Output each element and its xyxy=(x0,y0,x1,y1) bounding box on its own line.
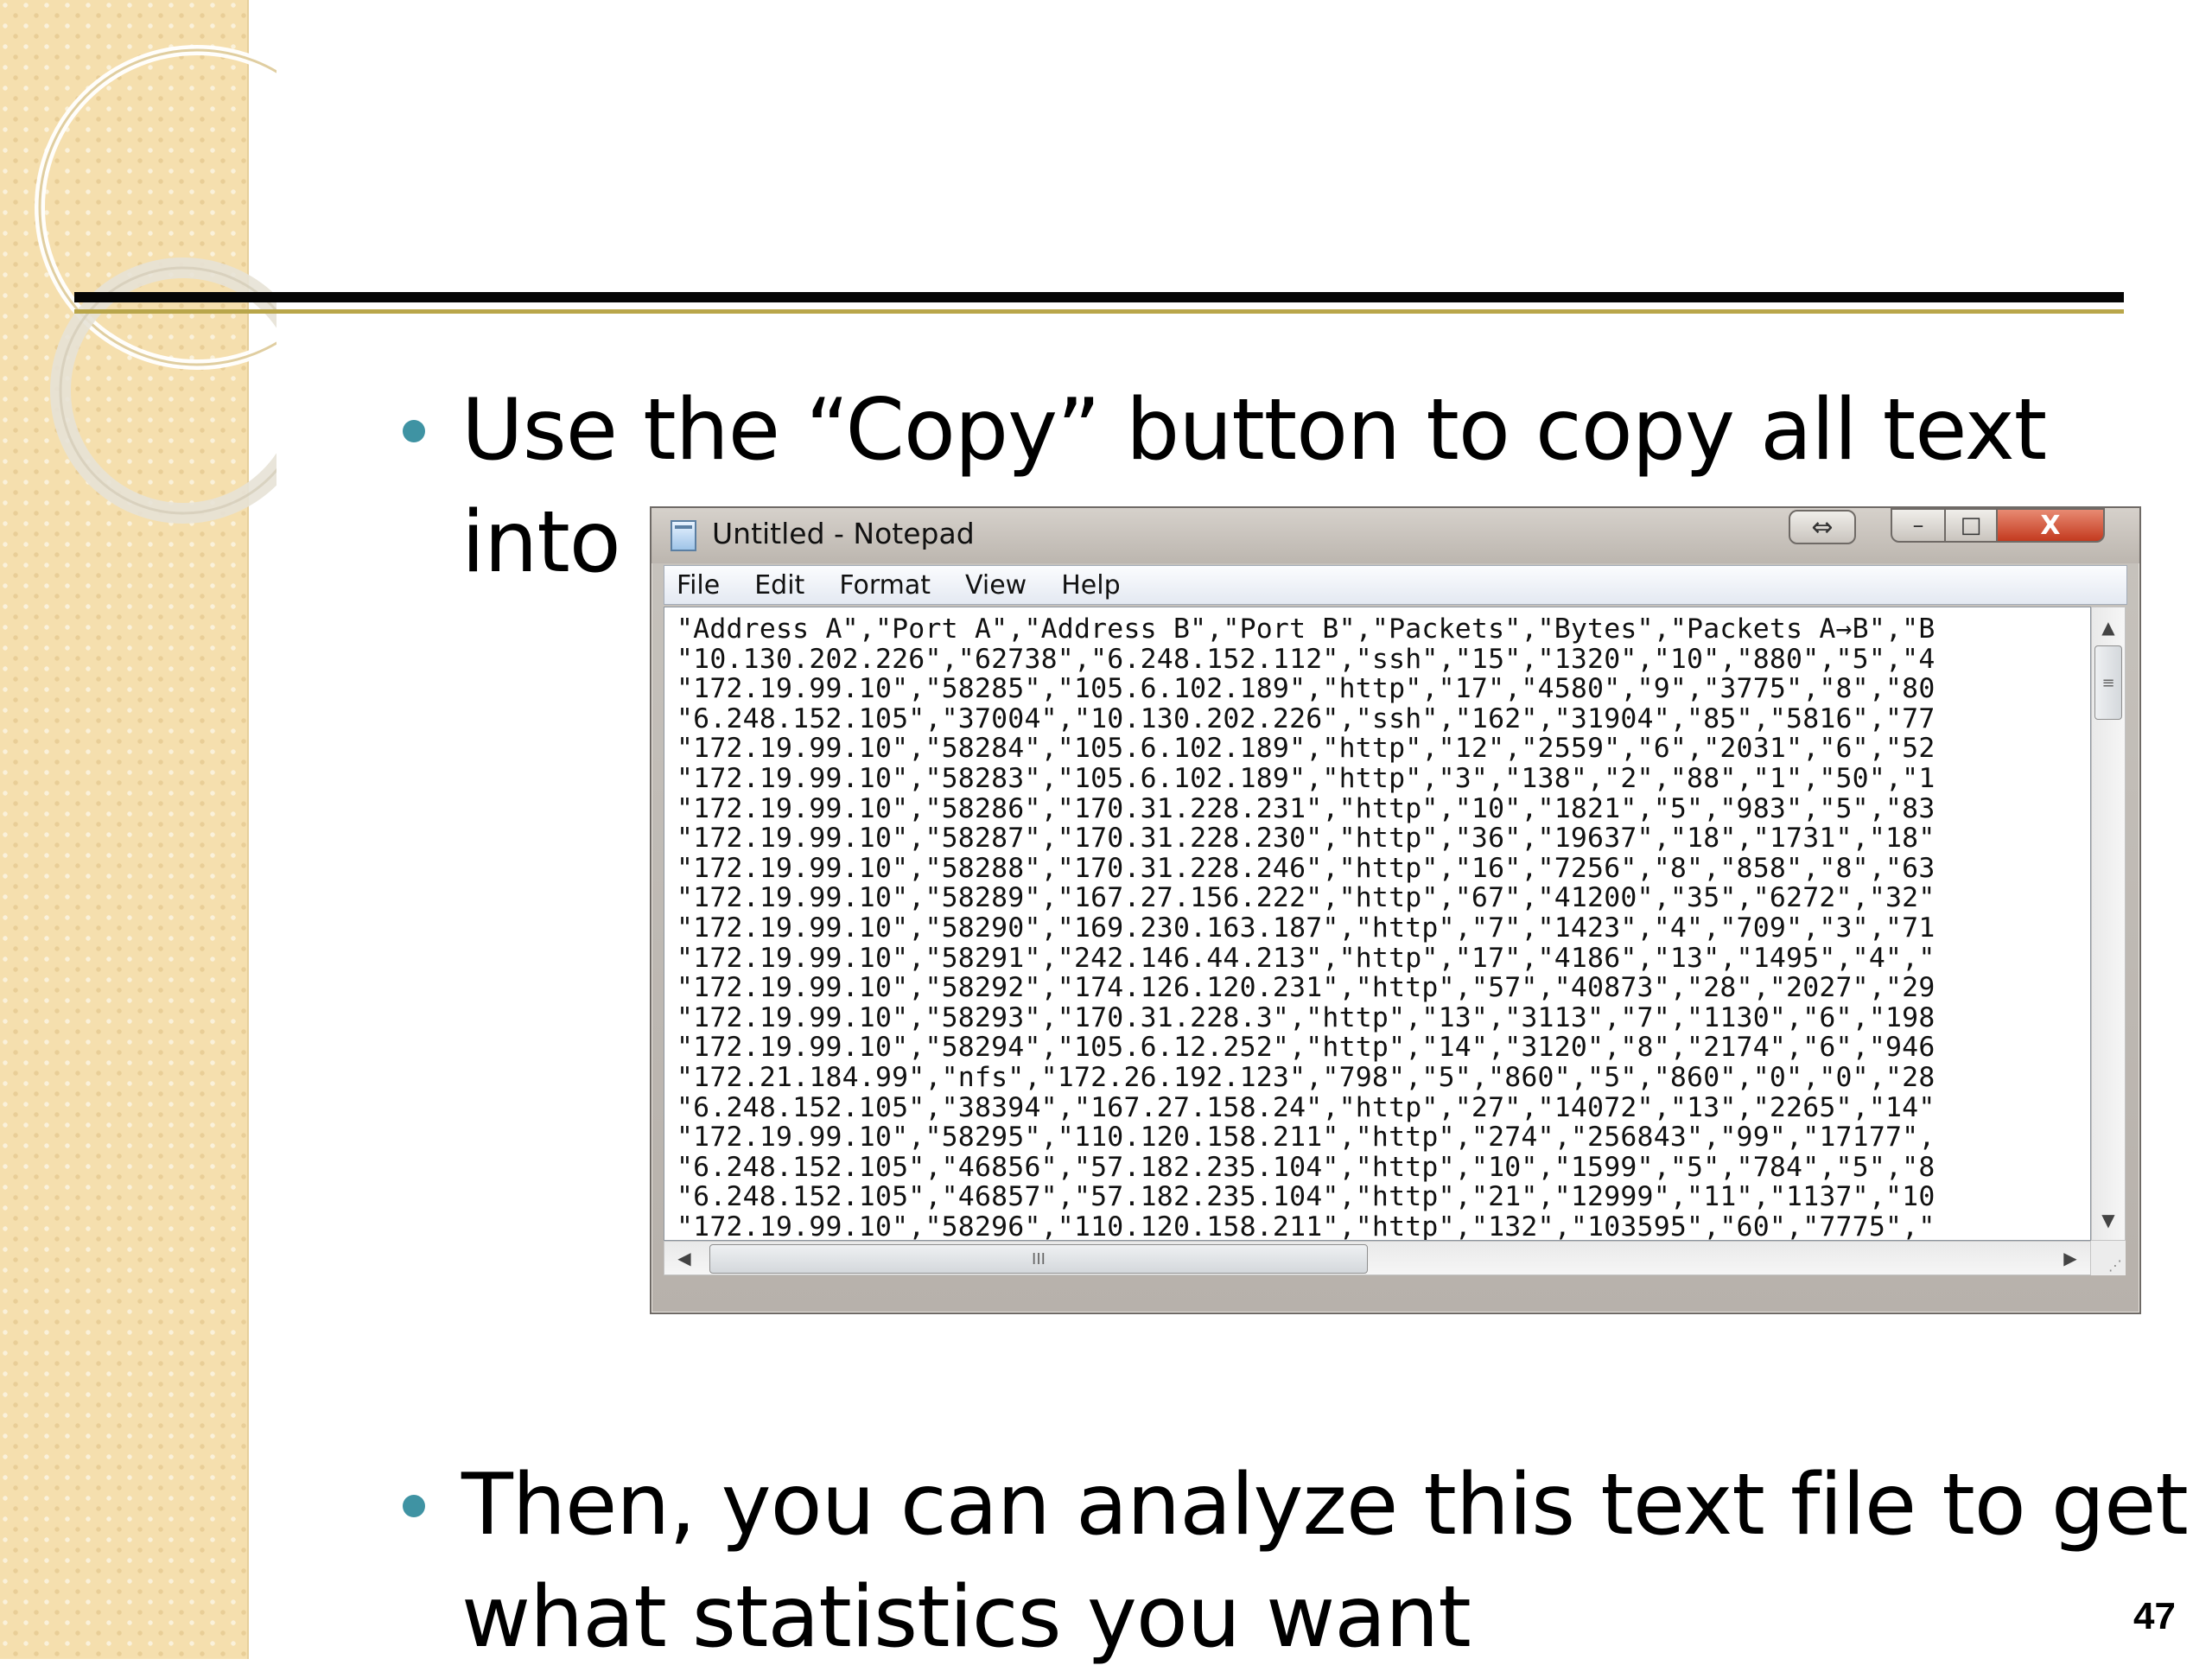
maximize-button[interactable]: □ xyxy=(1944,508,1998,543)
editor-line: "172.19.99.10","58291","242.146.44.213",… xyxy=(677,942,1936,974)
editor-line: "172.19.99.10","58292","174.126.120.231"… xyxy=(677,972,1936,1004)
resize-button[interactable]: ⇔ xyxy=(1789,510,1856,544)
editor-line: "10.130.202.226","62738","6.248.152.112"… xyxy=(677,643,1936,675)
menu-bar: File Edit Format View Help xyxy=(664,565,2127,605)
editor-line: "172.19.99.10","58288","170.31.228.246",… xyxy=(677,852,1936,884)
vertical-scroll-thumb[interactable]: ≡ xyxy=(2094,645,2122,720)
editor-line: "6.248.152.105","46857","57.182.235.104"… xyxy=(677,1181,1936,1213)
editor-line: "172.19.99.10","58293","170.31.228.3","h… xyxy=(677,1001,1936,1033)
editor-line: "Address A","Port A","Address B","Port B… xyxy=(677,613,1936,645)
editor-line: "6.248.152.105","37004","10.130.202.226"… xyxy=(677,702,1936,734)
bullet-marker xyxy=(403,420,425,442)
title-rule-accent xyxy=(74,309,2124,314)
bullet-text-line: Use the “Copy” button to copy all text xyxy=(461,381,2047,480)
editor-text: "Address A","Port A","Address B","Port B… xyxy=(677,613,1936,1241)
menu-help[interactable]: Help xyxy=(1061,570,1120,601)
editor-line: "172.19.99.10","58289","167.27.156.222",… xyxy=(677,882,1936,914)
title-rule-thick xyxy=(74,292,2124,302)
arrow-up-icon[interactable]: ▲ xyxy=(2092,611,2125,644)
editor-line: "172.21.184.99","nfs","172.26.192.123","… xyxy=(677,1061,1936,1093)
menu-file[interactable]: File xyxy=(677,570,720,601)
close-button[interactable]: X xyxy=(1996,508,2105,543)
editor-line: "172.19.99.10","58284","105.6.102.189","… xyxy=(677,733,1936,765)
editor-line: "172.19.99.10","58287","170.31.228.230",… xyxy=(677,823,1936,855)
text-editor-area[interactable]: "Address A","Port A","Address B","Port B… xyxy=(664,607,2091,1241)
notepad-window: Untitled - Notepad ⇔ – □ X File Edit For… xyxy=(650,506,2141,1314)
arrow-down-icon[interactable]: ▼ xyxy=(2092,1204,2125,1236)
horizontal-scrollbar[interactable]: ◀ III ▶ xyxy=(664,1241,2091,1275)
editor-line: "172.19.99.10","58286","170.31.228.231",… xyxy=(677,792,1936,824)
editor-line: "172.19.99.10","58290","169.230.163.187"… xyxy=(677,912,1936,944)
resize-grip-icon[interactable]: ⋰ xyxy=(2091,1241,2126,1275)
bullet-text-line: into xyxy=(461,493,621,592)
editor-line: "6.248.152.105","38394","167.27.158.24",… xyxy=(677,1091,1936,1123)
decorative-rings xyxy=(35,45,276,524)
notepad-icon xyxy=(671,520,696,551)
arrow-left-icon[interactable]: ◀ xyxy=(668,1242,701,1274)
editor-line: "172.19.99.10","58283","105.6.102.189","… xyxy=(677,762,1936,794)
editor-line: "172.19.99.10","58295","110.120.158.211"… xyxy=(677,1122,1936,1154)
menu-view[interactable]: View xyxy=(965,570,1027,601)
bullet-marker xyxy=(403,1495,425,1517)
window-title: Untitled - Notepad xyxy=(712,517,975,550)
editor-line: "6.248.152.105","46856","57.182.235.104"… xyxy=(677,1151,1936,1183)
editor-line: "172.19.99.10","58294","105.6.12.252","h… xyxy=(677,1032,1936,1064)
page-number: 47 xyxy=(2133,1595,2176,1637)
editor-line: "172.19.99.10","58296","110.120.158.211"… xyxy=(677,1211,1936,1241)
arrow-right-icon[interactable]: ▶ xyxy=(2054,1242,2087,1274)
editor-line: "172.19.99.10","58285","105.6.102.189","… xyxy=(677,673,1936,705)
bullet-text-line: Then, you can analyze this text file to … xyxy=(461,1456,2189,1554)
vertical-scrollbar[interactable]: ▲ ≡ ▼ xyxy=(2091,607,2126,1241)
notepad-titlebar[interactable]: Untitled - Notepad ⇔ – □ X xyxy=(652,508,2139,563)
bullet-text-line: what statistics you want xyxy=(461,1568,1471,1667)
menu-edit[interactable]: Edit xyxy=(754,570,804,601)
horizontal-scroll-thumb[interactable]: III xyxy=(709,1244,1368,1274)
menu-format[interactable]: Format xyxy=(839,570,931,601)
minimize-button[interactable]: – xyxy=(1891,508,1946,543)
